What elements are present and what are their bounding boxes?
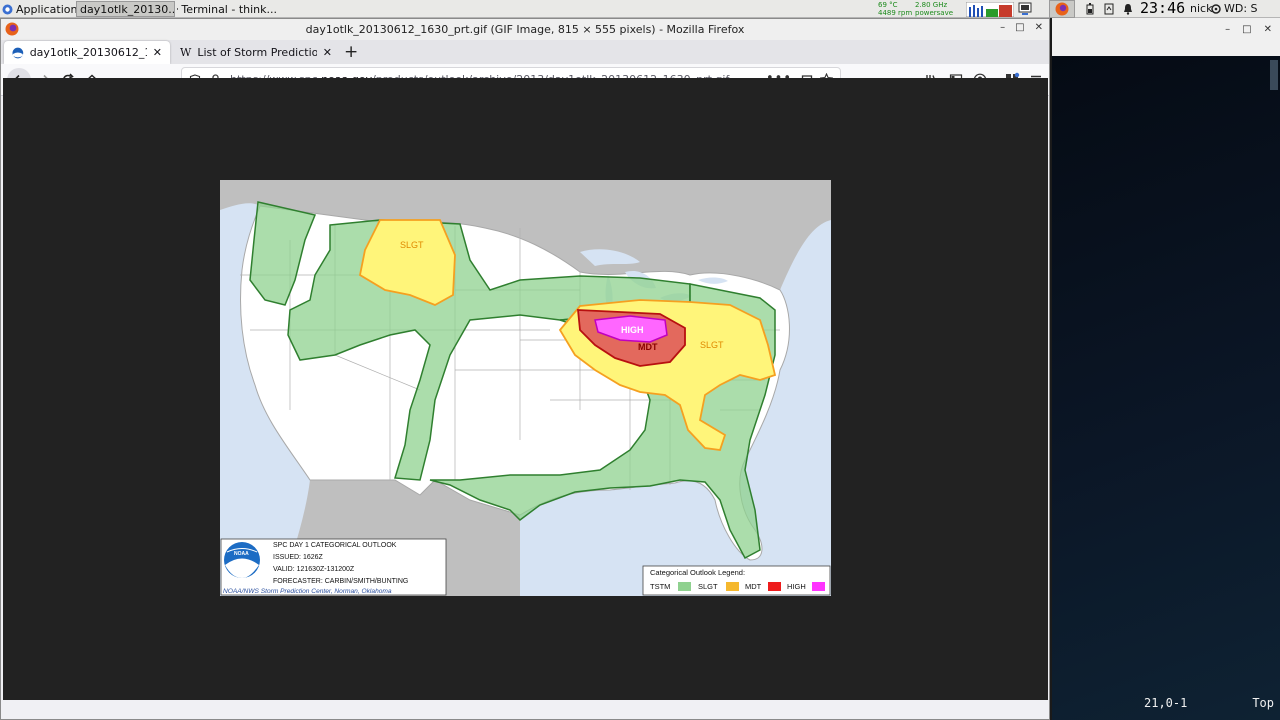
slgt-east-label: SLGT bbox=[700, 340, 724, 350]
outlook-valid: VALID: 121630Z-131200Z bbox=[273, 566, 355, 573]
workspace-icon bbox=[1211, 4, 1221, 14]
window-title: day1otlk_20130612_1630_prt.gif (GIF Imag… bbox=[305, 23, 745, 36]
firefox-icon bbox=[1055, 2, 1069, 16]
tab-wikipedia-label: List of Storm Prediction Ce bbox=[197, 46, 317, 59]
active-window-button[interactable] bbox=[1049, 0, 1075, 18]
mdt-label: MDT bbox=[638, 342, 658, 352]
terminal-window[interactable]: – □ ✕ 21,0-1 Top bbox=[1052, 18, 1280, 720]
minimize-icon[interactable]: – bbox=[1225, 24, 1230, 35]
new-tab-button[interactable]: + bbox=[344, 42, 358, 62]
tab-strip: day1otlk_20130612_1630_prt.gif ✕ W List … bbox=[1, 40, 1049, 64]
top-panel: Applications day1otlk_20130... Terminal … bbox=[0, 0, 1280, 18]
legend-label-high: HIGH bbox=[787, 582, 806, 591]
cpu-temp-monitor: 69 °C 4489 rpm bbox=[878, 1, 914, 17]
slgt-north-label: SLGT bbox=[400, 240, 424, 250]
legend-swatch-high bbox=[812, 582, 825, 591]
task-terminal-label: Terminal - think... bbox=[181, 2, 277, 16]
legend-title: Categorical Outlook Legend: bbox=[650, 568, 745, 577]
clock[interactable]: 23:46 bbox=[1140, 0, 1185, 17]
network-icon[interactable] bbox=[1017, 1, 1033, 17]
vim-scroll-position: Top bbox=[1252, 696, 1274, 710]
firefox-icon bbox=[5, 22, 19, 36]
outlook-footer: NOAA/NWS Storm Prediction Center, Norman… bbox=[223, 588, 392, 595]
legend-label-slgt: SLGT bbox=[698, 582, 718, 591]
noaa-favicon-icon bbox=[12, 47, 24, 58]
legend-swatch-slgt bbox=[726, 582, 739, 591]
outlook-issued: ISSUED: 1626Z bbox=[273, 554, 324, 561]
terminal-scrollbar[interactable] bbox=[1270, 60, 1278, 90]
terminal-body[interactable]: 21,0-1 Top bbox=[1052, 56, 1280, 720]
legend-label-tstm: TSTM bbox=[650, 582, 670, 591]
notification-bell-icon[interactable] bbox=[1122, 3, 1134, 15]
outlook-info-box: NOAA SPC DAY 1 CATEGORICAL OUTLOOK ISSUE… bbox=[220, 538, 447, 596]
terminal-titlebar[interactable]: – □ ✕ bbox=[1052, 18, 1280, 56]
applications-menu[interactable]: Applications bbox=[2, 1, 83, 17]
close-tab-icon[interactable]: ✕ bbox=[153, 46, 162, 59]
task-terminal[interactable]: Terminal - think... bbox=[177, 1, 277, 17]
battery-icon[interactable] bbox=[1086, 3, 1094, 15]
applications-label: Applications bbox=[16, 2, 84, 16]
close-icon[interactable]: ✕ bbox=[1264, 24, 1272, 35]
username[interactable]: nick bbox=[1190, 2, 1212, 15]
minimize-icon[interactable]: – bbox=[1000, 22, 1005, 33]
task-firefox[interactable]: day1otlk_20130... bbox=[76, 1, 175, 17]
applications-menu-icon bbox=[2, 4, 13, 14]
tab-map-image-label: day1otlk_20130612_1630_prt.gif bbox=[29, 46, 147, 59]
tab-wikipedia[interactable]: W List of Storm Prediction Ce ✕ bbox=[172, 41, 340, 64]
outlook-title: SPC DAY 1 CATEGORICAL OUTLOOK bbox=[273, 542, 397, 549]
wikipedia-icon: W bbox=[180, 46, 192, 59]
maximize-icon[interactable]: □ bbox=[1242, 24, 1251, 35]
task-firefox-label: day1otlk_20130... bbox=[80, 2, 175, 16]
legend-swatch-mdt bbox=[768, 582, 781, 591]
window-titlebar[interactable]: day1otlk_20130612_1630_prt.gif (GIF Imag… bbox=[1, 19, 1049, 40]
outlook-forecaster: FORECASTER: CARBIN/SMITH/BUNTING bbox=[273, 578, 408, 585]
close-icon[interactable]: ✕ bbox=[1035, 22, 1043, 33]
legend-swatch-tstm bbox=[678, 582, 691, 591]
legend-label-mdt: MDT bbox=[745, 582, 762, 591]
tab-map-image[interactable]: day1otlk_20130612_1630_prt.gif ✕ bbox=[4, 41, 170, 64]
close-tab-icon[interactable]: ✕ bbox=[323, 46, 332, 59]
image-viewer-area: SLGT SLGT MDT HIGH NOAA SPC DAY 1 CATEGO… bbox=[3, 78, 1048, 700]
workspace-label[interactable]: WD: S bbox=[1224, 2, 1258, 15]
cpu-freq: 2.80 GHz bbox=[915, 1, 948, 9]
cpu-rpm: 4489 rpm bbox=[878, 9, 913, 17]
cpu-freq-monitor: 2.80 GHz powersave bbox=[915, 1, 961, 17]
vim-cursor-position: 21,0-1 bbox=[1144, 696, 1188, 710]
categorical-legend: Categorical Outlook Legend: TSTM SLGT MD… bbox=[642, 565, 831, 596]
system-load-graph bbox=[966, 2, 1014, 17]
maximize-icon[interactable]: □ bbox=[1015, 22, 1024, 33]
cpu-governor: powersave bbox=[915, 9, 954, 17]
terminal-icon bbox=[177, 8, 179, 10]
cpu-temp: 69 °C bbox=[878, 1, 898, 9]
spc-outlook-map[interactable]: SLGT SLGT MDT HIGH NOAA SPC DAY 1 CATEGO… bbox=[220, 180, 831, 596]
noaa-logo-text: NOAA bbox=[234, 551, 249, 557]
clipboard-icon[interactable] bbox=[1103, 3, 1115, 15]
high-label: HIGH bbox=[621, 325, 644, 335]
